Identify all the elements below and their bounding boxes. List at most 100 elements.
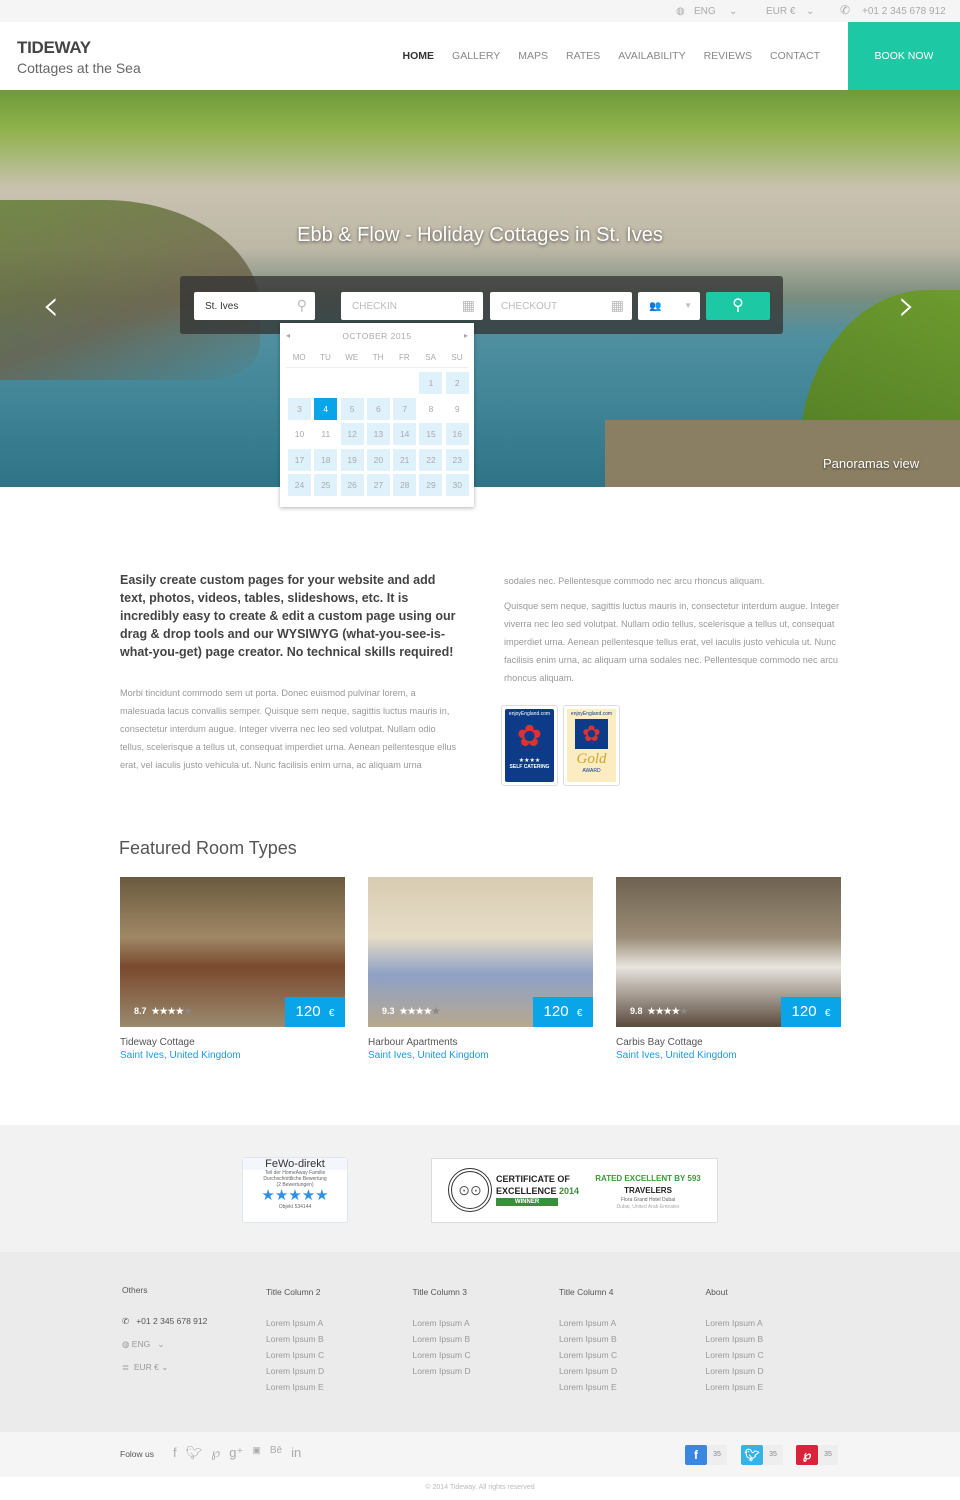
- calendar-day[interactable]: 7: [393, 397, 417, 420]
- room-card[interactable]: 9.3 ★★★★★ 120 € Harbour Apartments Saint…: [368, 877, 593, 1061]
- room-name[interactable]: Tideway Cottage: [120, 1037, 345, 1048]
- room-location[interactable]: Saint Ives, United Kingdom: [616, 1050, 841, 1061]
- calendar-day[interactable]: 1: [419, 372, 443, 394]
- tripadvisor-widget[interactable]: ⊙⊙ CERTIFICATE OF EXCELLENCE 2014 WINNER…: [431, 1158, 718, 1223]
- google-plus-icon[interactable]: g⁺: [229, 1445, 243, 1461]
- room-card[interactable]: 8.7 ★★★★★ 120 € Tideway Cottage Saint Iv…: [120, 877, 345, 1061]
- language-select[interactable]: ENG: [694, 6, 716, 17]
- footer-link[interactable]: Lorem Ipsum D: [266, 1366, 324, 1376]
- calendar-day[interactable]: 22: [419, 448, 443, 471]
- footer-link[interactable]: Lorem Ipsum D: [413, 1366, 471, 1376]
- calendar-day[interactable]: 6: [366, 397, 390, 420]
- nav-reviews[interactable]: REVIEWS: [704, 50, 752, 62]
- nav-contact[interactable]: CONTACT: [770, 50, 820, 62]
- footer-link[interactable]: Lorem Ipsum D: [706, 1366, 764, 1376]
- footer-link[interactable]: Lorem Ipsum B: [559, 1334, 617, 1344]
- footer-link[interactable]: Lorem Ipsum C: [266, 1350, 324, 1360]
- calendar-day[interactable]: 14: [393, 423, 417, 446]
- calendar-day[interactable]: 25: [314, 474, 338, 497]
- twitter-share-button[interactable]: 🐦︎ 35: [741, 1445, 783, 1465]
- checkout-input[interactable]: CHECKOUT ▦: [490, 292, 632, 320]
- calendar-day[interactable]: 9: [446, 398, 469, 420]
- room-location[interactable]: Saint Ives, United Kingdom: [368, 1050, 593, 1061]
- calendar-icon[interactable]: ▦: [611, 297, 624, 314]
- room-image[interactable]: 8.7 ★★★★★ 120 €: [120, 877, 345, 1027]
- fewo-direkt-widget[interactable]: FeWo-direkt Teil der HomeAway Familie Du…: [242, 1157, 348, 1223]
- footer-link[interactable]: Lorem Ipsum A: [266, 1318, 324, 1328]
- behance-icon[interactable]: Bē: [270, 1445, 282, 1461]
- footer-link[interactable]: Lorem Ipsum E: [266, 1382, 324, 1392]
- footer-link[interactable]: Lorem Ipsum B: [706, 1334, 764, 1344]
- room-image[interactable]: 9.3 ★★★★★ 120 €: [368, 877, 593, 1027]
- calendar-day[interactable]: 5: [340, 397, 364, 420]
- calendar-day[interactable]: 10: [288, 423, 311, 445]
- calendar-day[interactable]: 13: [366, 423, 390, 446]
- calendar-day[interactable]: 26: [340, 474, 364, 497]
- footer-link[interactable]: Lorem Ipsum E: [706, 1382, 764, 1392]
- calendar-day[interactable]: 17: [288, 448, 311, 471]
- room-name[interactable]: Harbour Apartments: [368, 1037, 593, 1048]
- location-input[interactable]: St. Ives ⚲: [194, 292, 315, 320]
- calendar-day[interactable]: 15: [419, 423, 443, 446]
- calendar-day[interactable]: 19: [340, 448, 364, 471]
- nav-gallery[interactable]: GALLERY: [452, 50, 500, 62]
- room-location[interactable]: Saint Ives, United Kingdom: [120, 1050, 345, 1061]
- footer-language-select[interactable]: ◍ ENG ⌄: [122, 1339, 207, 1350]
- youtube-icon[interactable]: ▣: [252, 1445, 261, 1461]
- days-of-week: MO TU WE TH FR SA SU: [286, 353, 470, 362]
- nav-rates[interactable]: RATES: [566, 50, 600, 62]
- footer-link[interactable]: Lorem Ipsum E: [559, 1382, 617, 1392]
- calendar-day[interactable]: 8: [419, 398, 442, 420]
- footer-link[interactable]: Lorem Ipsum B: [413, 1334, 471, 1344]
- calendar-day[interactable]: 28: [393, 474, 417, 497]
- calendar-day[interactable]: 21: [393, 448, 417, 471]
- footer-link[interactable]: Lorem Ipsum C: [706, 1350, 764, 1360]
- calendar-day[interactable]: 16: [445, 423, 469, 446]
- calendar-icon[interactable]: ▦: [462, 297, 475, 314]
- guests-select[interactable]: 👥 ▼: [638, 292, 700, 320]
- calendar-day[interactable]: 2: [445, 372, 469, 394]
- calendar-day[interactable]: 29: [419, 474, 443, 497]
- room-card[interactable]: 9.8 ★★★★★ 120 € Carbis Bay Cottage Saint…: [616, 877, 841, 1061]
- logo[interactable]: TIDEWAY Cottages at the Sea: [17, 38, 141, 76]
- chevron-left-icon[interactable]: ‹: [42, 280, 60, 331]
- nav-home[interactable]: HOME: [403, 50, 435, 62]
- nav-maps[interactable]: MAPS: [518, 50, 548, 62]
- footer-link[interactable]: Lorem Ipsum D: [559, 1366, 617, 1376]
- footer-link[interactable]: Lorem Ipsum B: [266, 1334, 324, 1344]
- calendar-day[interactable]: 3: [288, 397, 311, 420]
- footer-link[interactable]: Lorem Ipsum C: [559, 1350, 617, 1360]
- footer-link[interactable]: Lorem Ipsum C: [413, 1350, 471, 1360]
- checkin-input[interactable]: CHECKIN ▦: [341, 292, 483, 320]
- calendar-day[interactable]: 18: [314, 448, 338, 471]
- calendar-day[interactable]: 30: [445, 474, 469, 497]
- next-month-icon[interactable]: ▸: [464, 331, 468, 340]
- chevron-down-icon[interactable]: ⌄: [729, 6, 737, 17]
- book-now-button[interactable]: BOOK NOW: [848, 22, 960, 90]
- room-name[interactable]: Carbis Bay Cottage: [616, 1037, 841, 1048]
- search-button[interactable]: ⚲: [706, 292, 770, 320]
- footer-link[interactable]: Lorem Ipsum A: [559, 1318, 617, 1328]
- calendar-day[interactable]: 23: [445, 448, 469, 471]
- pinterest-icon[interactable]: ℘: [211, 1445, 220, 1461]
- cert-year: 2014: [559, 1186, 580, 1196]
- twitter-icon[interactable]: 🐦︎: [186, 1445, 203, 1461]
- pinterest-share-button[interactable]: ℘ 35: [796, 1445, 838, 1465]
- calendar-day[interactable]: 4: [314, 397, 338, 420]
- footer-currency-select[interactable]: ≣ EUR € ⌄: [122, 1362, 207, 1373]
- calendar-day[interactable]: 27: [366, 474, 390, 497]
- nav-availability[interactable]: AVAILABILITY: [618, 50, 685, 62]
- chevron-right-icon[interactable]: ›: [898, 280, 916, 331]
- facebook-share-button[interactable]: f 35: [685, 1445, 727, 1465]
- linkedin-icon[interactable]: in: [291, 1445, 301, 1461]
- calendar-day[interactable]: 11: [314, 423, 337, 445]
- footer-link[interactable]: Lorem Ipsum A: [706, 1318, 764, 1328]
- facebook-icon[interactable]: f: [173, 1445, 177, 1461]
- calendar-day[interactable]: 20: [366, 448, 390, 471]
- chevron-down-icon[interactable]: ⌄: [806, 6, 814, 17]
- calendar-day[interactable]: 24: [288, 474, 311, 497]
- currency-select[interactable]: EUR €: [766, 6, 795, 17]
- footer-link[interactable]: Lorem Ipsum A: [413, 1318, 471, 1328]
- room-image[interactable]: 9.8 ★★★★★ 120 €: [616, 877, 841, 1027]
- calendar-day[interactable]: 12: [340, 423, 364, 446]
